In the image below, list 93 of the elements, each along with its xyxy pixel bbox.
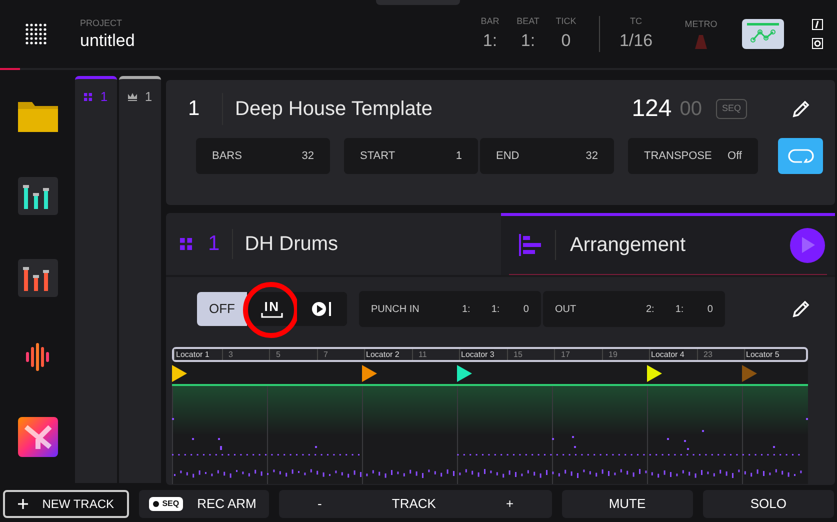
sequence-field[interactable]: END 32 [480,138,614,174]
crown-icon [128,92,137,101]
position-label: BAR [480,14,500,28]
arrangement-icon [519,234,541,256]
punch-label: PUNCH IN [371,302,420,316]
circle-icon[interactable] [812,38,823,49]
bpm-fraction: 00 [680,97,702,122]
arrangement-title: Arrangement [570,233,686,258]
edit-icon[interactable] [791,299,811,319]
seq-badge: SEQ [149,496,184,510]
sequence-field[interactable]: BARS 32 [196,138,330,174]
locator-label: Locator 5 [746,349,780,360]
bar-number: 5 [276,349,280,360]
bar-number: 19 [608,349,618,360]
bar-number: 11 [418,349,427,360]
track-number: 1 [208,231,220,258]
grid-icon [84,92,92,101]
locator-marker[interactable] [362,365,377,382]
play-button[interactable] [790,228,825,262]
bar-number: 7 [324,349,328,360]
waveform-icon[interactable] [24,342,50,372]
mixer-icon[interactable] [18,259,58,298]
column-number: 1 [100,88,108,106]
field-label: TRANSPOSE [644,148,712,164]
xy-pad-icon[interactable] [18,416,58,457]
locator-marker[interactable] [457,365,472,382]
next-track-button[interactable]: + [500,494,520,514]
position-value: 1: [520,30,536,52]
previous-track-button[interactable]: - [311,494,328,514]
sequence-field[interactable]: START 1 [344,138,478,174]
punch-label: OUT [555,302,578,316]
track-column[interactable]: 1 [119,76,161,483]
bar-number: 17 [561,349,570,360]
locator-marker[interactable] [742,365,757,382]
track-name[interactable]: DH Drums [244,229,338,259]
position-label: TICK [556,14,576,28]
solo-button[interactable]: SOLO [702,490,834,518]
field-value: 32 [302,148,314,164]
punch-value: 0 [706,302,713,316]
play-to-end-icon [312,301,332,317]
new-track-button[interactable]: NEW TRACK [3,490,130,518]
slash-icon[interactable] [812,19,823,30]
sequence-name[interactable]: Deep House Template [235,94,433,124]
play-icon [800,237,814,253]
plus-icon [18,498,28,508]
field-label: END [496,148,520,164]
locator-marker[interactable] [172,365,187,382]
tempo-mode-badge: SEQ [716,99,747,119]
position-value: 1: [482,30,498,52]
locator-label: Locator 1 [176,349,210,360]
punch-value: 1: [674,302,684,316]
bar-number: 15 [514,349,522,360]
bar-number: 23 [704,349,712,360]
locator-marker[interactable] [647,365,662,382]
field-label: START [360,148,396,164]
bracket-icon [261,313,283,318]
position-value: 0 [561,30,571,52]
rec-arm-button[interactable]: SEQ REC ARM [139,490,270,518]
column-number: 1 [144,88,152,106]
punch-value: 0 [522,302,529,316]
mixer-icon[interactable] [18,176,58,215]
punch-value: 1: [490,302,500,316]
punch-value: 2: [644,302,654,316]
field-value: 1 [456,148,462,164]
project-label: PROJECT [80,16,124,30]
track-selector-label: TRACK [392,494,436,513]
locator-label: Locator 2 [366,349,400,360]
locator-label: Locator 4 [651,349,684,360]
off-button[interactable]: OFF [197,292,247,326]
bpm-value[interactable]: 124 [632,91,672,127]
field-value: Off [728,148,742,164]
mute-button[interactable]: MUTE [562,490,693,518]
edit-icon[interactable] [791,99,811,119]
play-to-end-button[interactable] [297,292,347,326]
menu-grid-icon[interactable] [25,23,47,45]
field-value: 32 [586,148,598,164]
arrangement-tab[interactable]: Arrangement [501,213,835,275]
metro-label: METRO [684,18,718,31]
field-label: BARS [212,148,242,164]
folder-icon[interactable] [18,100,58,132]
punch-field[interactable]: PUNCH IN 1: 1: 0 [359,291,541,327]
project-name: untitled [80,30,135,52]
loop-icon [788,149,814,163]
bar-number: 3 [228,349,233,360]
punch-field[interactable]: OUT 2: 1: 0 [543,291,725,327]
sequence-number: 1 [188,96,201,122]
grid-icon [180,238,192,250]
tc-value[interactable]: 1/16 [619,28,653,54]
punch-value: 1: [460,302,470,316]
locator-label: Locator 3 [461,349,494,360]
position-label: BEAT [516,14,540,28]
sequence-field[interactable]: TRANSPOSE Off [628,138,758,174]
tc-label: TC [630,14,642,28]
